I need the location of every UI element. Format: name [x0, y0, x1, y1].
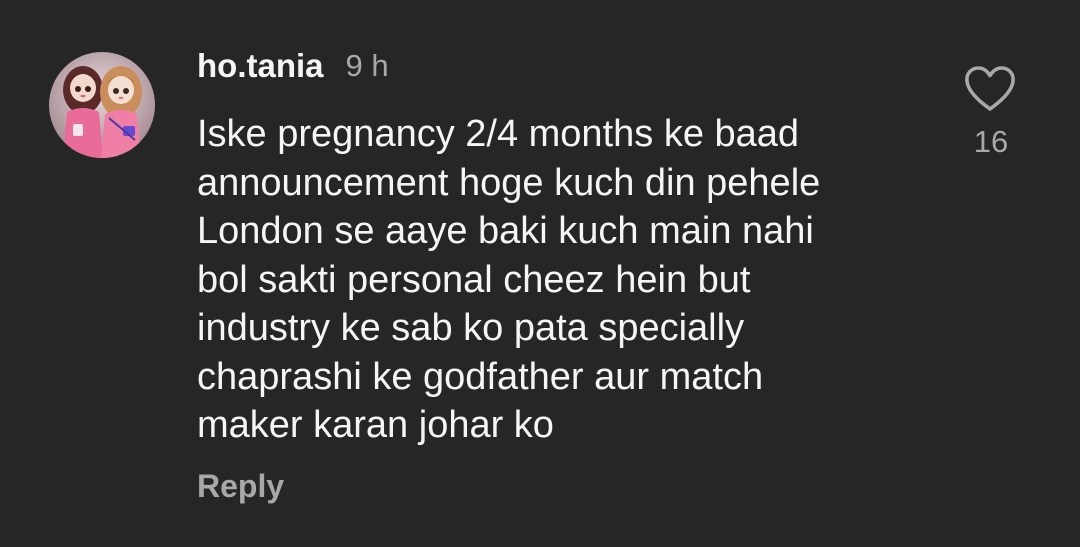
- comment-header: ho.tania 9 h: [197, 44, 389, 88]
- comment-text-line: London se aaye baki kuch main nahi: [197, 210, 814, 252]
- avatar[interactable]: [49, 52, 155, 158]
- comment-text-line: chaprashi ke godfather aur match: [197, 355, 764, 398]
- comment-text-line: bol sakti personal cheez hein but: [197, 258, 751, 301]
- like-count: 16: [973, 124, 1009, 159]
- comment-text: Iske pregnancy 2/4 months ke baad announ…: [197, 110, 927, 450]
- avatar-dolls-image: [49, 52, 155, 158]
- timestamp: 9 h: [345, 48, 389, 83]
- comment-text-line: Iske pregnancy 2/4 months ke baad: [197, 113, 800, 155]
- comment-item: ho.tania 9 h Iske pregnancy 2/4 months k…: [0, 0, 1080, 547]
- heart-outline-icon: [965, 66, 1015, 111]
- comment-text-line: announcement hoge kuch din pehele: [197, 161, 821, 204]
- comment-text-line: industry ke sab ko pata specially: [197, 307, 745, 349]
- reply-button[interactable]: Reply: [197, 468, 284, 505]
- comment-text-line: maker karan johar ko: [197, 404, 554, 446]
- username[interactable]: ho.tania: [197, 47, 324, 85]
- like-button[interactable]: [962, 63, 1018, 115]
